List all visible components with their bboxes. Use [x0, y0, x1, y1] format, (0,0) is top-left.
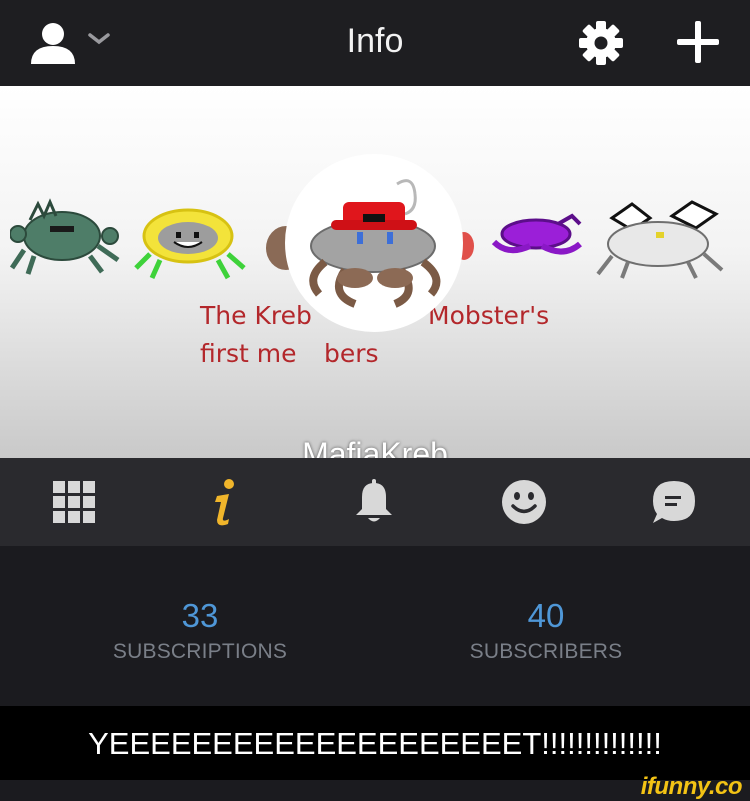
green-crab-drawing	[10, 198, 120, 275]
yellow-crab-drawing	[134, 208, 246, 280]
banner-caption-line2-tail: bers	[324, 339, 379, 368]
tab-notifications[interactable]	[346, 476, 402, 528]
tab-info[interactable]	[196, 476, 252, 528]
purple-crab-drawing	[491, 213, 582, 255]
subscriptions-stat[interactable]: 33 SUBSCRIPTIONS	[50, 598, 350, 664]
smiley-icon	[502, 480, 546, 524]
crab-with-hat-avatar-image	[309, 179, 441, 308]
subscriptions-count: 33	[181, 597, 219, 634]
profile-tab-bar	[0, 458, 750, 546]
profile-bio: YEEEEEEEEEEEEEEEEEEEET!!!!!!!!!!!!!!	[0, 706, 750, 780]
tab-reactions[interactable]	[496, 476, 552, 528]
tab-chat[interactable]	[646, 476, 702, 528]
subscriptions-label: SUBSCRIPTIONS	[112, 640, 288, 663]
ifunny-watermark: ifunny.co	[640, 773, 743, 800]
settings-button[interactable]	[578, 20, 624, 66]
info-icon	[215, 479, 234, 526]
grey-crab-drawing	[596, 200, 724, 279]
plus-icon	[677, 21, 719, 63]
chat-icon	[653, 481, 695, 523]
subscribers-stat[interactable]: 40 SUBSCRIBERS	[396, 598, 696, 664]
tab-grid[interactable]	[46, 476, 102, 528]
gear-icon	[579, 21, 623, 65]
add-button[interactable]	[674, 18, 722, 66]
grid-icon	[53, 481, 95, 523]
stats-section: 33 SUBSCRIPTIONS 40 SUBSCRIBERS	[0, 546, 750, 706]
banner-caption-line2: first me	[200, 339, 297, 368]
bell-icon	[356, 479, 392, 522]
subscribers-label: SUBSCRIBERS	[469, 640, 623, 663]
subscribers-count: 40	[527, 597, 565, 634]
page-title: Info	[346, 22, 404, 60]
avatar[interactable]	[285, 154, 463, 332]
footer-strip	[0, 780, 750, 800]
top-bar: Info	[0, 0, 750, 86]
